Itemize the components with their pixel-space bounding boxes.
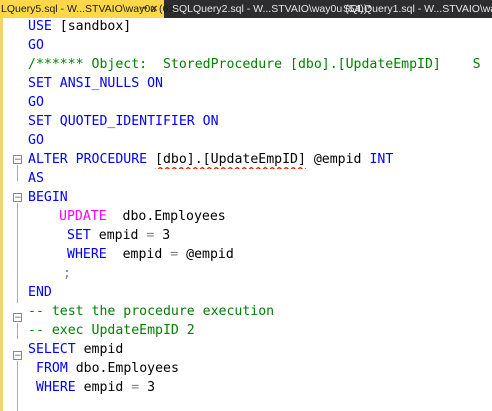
- code-line-18: SELECT empid: [28, 342, 124, 357]
- object-name: [dbo].[UpdateEmpID]: [155, 152, 306, 167]
- code-line-4: SET ANSI_NULLS ON: [28, 76, 163, 91]
- code-line-15: END: [28, 285, 52, 300]
- code-line-1: USE [sandbox]: [28, 19, 132, 34]
- code-line-3: /****** Object: StoredProcedure [dbo].[U…: [28, 57, 481, 72]
- close-icon[interactable]: ×: [151, 0, 157, 18]
- code-line-11: UPDATE dbo.Employees: [59, 209, 226, 224]
- code-line-20: WHERE empid = 3: [36, 380, 156, 395]
- code-line-12: SET empid = 3: [67, 228, 171, 243]
- code-line-5: GO: [28, 95, 44, 110]
- code-line-8: ALTER PROCEDURE [dbo].[UpdateEmpID] @emp…: [28, 152, 394, 167]
- code-line-9: AS: [28, 171, 44, 186]
- code-line-13: WHERE empid = @empid: [67, 247, 234, 262]
- code-line-17: -- exec UpdateEmpID 2: [28, 323, 195, 338]
- code-line-2: GO: [28, 38, 44, 53]
- keyword: USE: [28, 19, 52, 34]
- tab-sqlquery1[interactable]: SQLQuery1.sql - W...STVAIO\way0u (5: [343, 0, 492, 18]
- tab-label: SQLQuery1.sql - W...STVAIO\way0u (5: [343, 3, 492, 15]
- code-line-19: FROM dbo.Employees: [36, 361, 179, 376]
- tab-sqlquery2[interactable]: SQLQuery2.sql - W...STVAIO\way0u (54))*: [172, 0, 371, 18]
- tab-label: SQLQuery2.sql - W...STVAIO\way0u (54))*: [172, 3, 372, 15]
- code-line-7: GO: [28, 133, 44, 148]
- document-tab-bar: LQuery5.sql - W...STVAIO\way0u (62)) ⊸ ×…: [0, 0, 492, 18]
- code-line-16: -- test the procedure execution: [28, 304, 275, 319]
- code-line-10: BEGIN: [28, 190, 68, 205]
- pin-icon[interactable]: ⊸: [139, 0, 147, 18]
- code-line-6: SET QUOTED_IDENTIFIER ON: [28, 114, 219, 129]
- tab-lquery5[interactable]: LQuery5.sql - W...STVAIO\way0u (62)) ⊸ ×: [0, 0, 181, 18]
- code-editor[interactable]: − − − − USE [sandbox] GO /****** Object:…: [0, 18, 492, 411]
- code-line-14: ;: [63, 266, 71, 281]
